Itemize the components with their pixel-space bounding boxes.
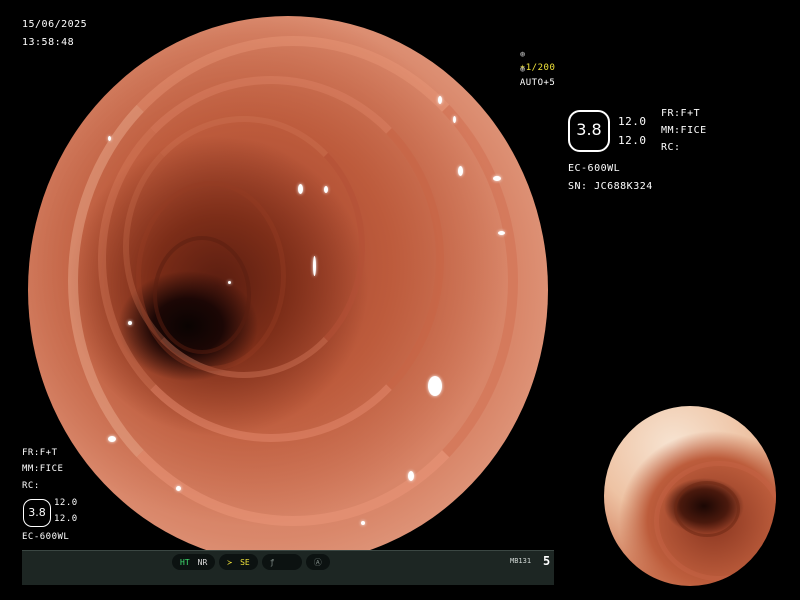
nr-indicator: NR (197, 557, 208, 567)
sharpen-icon: ≻ (227, 557, 233, 567)
value-top: 12.0 (618, 115, 647, 128)
specular-highlight (428, 376, 442, 396)
specular-highlight (298, 184, 303, 194)
specular-highlight (324, 186, 328, 193)
fr-setting-left: FR:F+T (22, 448, 58, 458)
specular-highlight (408, 471, 414, 481)
specular-highlight (493, 176, 501, 181)
specular-highlight (361, 521, 365, 525)
rc-setting-left: RC: (22, 481, 40, 491)
enhancement-segment: HT NR (172, 554, 216, 570)
endoscope-main-view (28, 16, 548, 564)
specular-highlight (108, 436, 116, 442)
specular-highlight (438, 96, 442, 104)
ht-indicator: HT (180, 557, 190, 567)
rc-setting: RC: (661, 142, 681, 153)
specular-highlight (498, 231, 505, 235)
magnification-badge: 3.8 (568, 110, 610, 152)
pip-lumen-ring (674, 481, 740, 537)
magnification-badge-left: 3.8 (23, 499, 51, 527)
specular-highlight (228, 281, 231, 284)
fr-setting: FR:F+T (661, 108, 701, 119)
mm-setting-left: MM:FICE (22, 464, 64, 474)
page-number: 5 (543, 554, 551, 568)
specular-highlight (128, 321, 132, 325)
specular-highlight (108, 136, 111, 141)
badge-value-left: 3.8 (28, 506, 46, 519)
scope-model-left: EC-600WL (22, 532, 70, 542)
auto-indicator: ⊛ AUTO+5 (508, 51, 555, 90)
slash-icon: ƒ (269, 557, 275, 567)
specular-highlight (453, 116, 456, 123)
specular-highlight (313, 256, 316, 276)
status-bar: HT NR ≻ SE ƒ Ⓐ MB131 5 (22, 550, 554, 585)
warning-circle-icon: Ⓐ (313, 557, 322, 567)
alert-segment: Ⓐ (305, 554, 330, 570)
value-bottom: 12.0 (618, 134, 647, 147)
mm-setting: MM:FICE (661, 125, 707, 136)
endoscope-pip-view (604, 406, 776, 586)
lumen-ring-deep (153, 236, 251, 354)
serial-number: SN: JC688K324 (568, 181, 653, 192)
badge-value: 3.8 (576, 120, 602, 139)
date-label: 15/06/2025 (22, 19, 88, 30)
value-top-left: 12.0 (54, 498, 78, 508)
time-label: 13:58:48 (22, 37, 75, 48)
se-indicator: SE (240, 557, 250, 567)
status-indicators: HT NR ≻ SE ƒ Ⓐ (172, 554, 330, 570)
freeze-segment: ƒ (261, 554, 302, 570)
mb-code: MB131 (510, 557, 532, 565)
gear-icon: ⊛ (519, 65, 526, 75)
specular-highlight (176, 486, 181, 491)
se-segment: ≻ SE (219, 554, 258, 570)
scope-model: EC-600WL (568, 163, 621, 174)
specular-highlight (458, 166, 463, 176)
value-bottom-left: 12.0 (54, 514, 78, 524)
auto-value: AUTO+5 (519, 78, 556, 88)
